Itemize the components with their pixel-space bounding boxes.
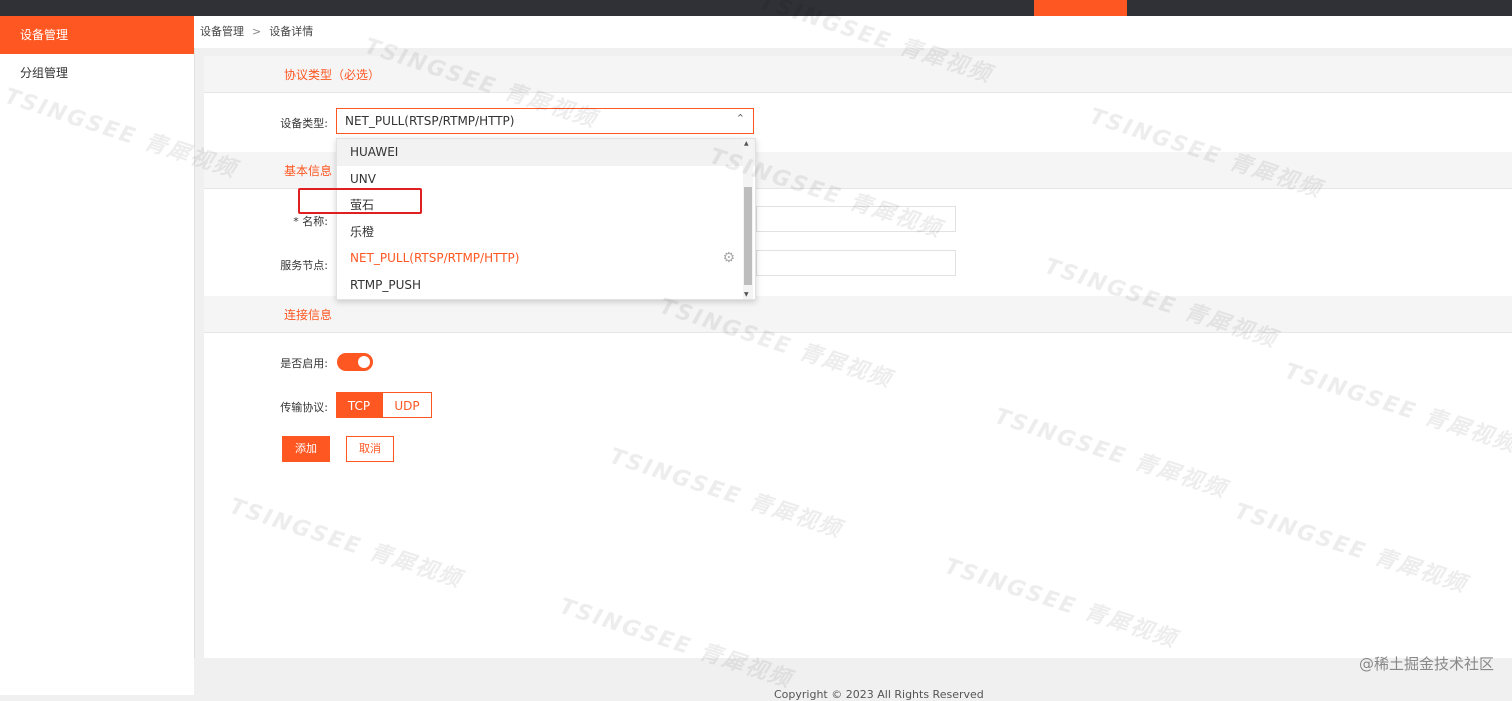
toggle-knob xyxy=(358,356,370,368)
device-type-value: NET_PULL(RTSP/RTMP/HTTP) xyxy=(345,114,515,128)
top-bar xyxy=(0,0,1512,16)
dropdown-option-net-pull-label: NET_PULL(RTSP/RTMP/HTTP) xyxy=(350,251,520,266)
service-node-select[interactable] xyxy=(756,250,956,276)
transport-udp-option[interactable]: UDP xyxy=(382,392,432,418)
transport-label: 传输协议: xyxy=(280,401,328,414)
section-connection-title: 连接信息 xyxy=(284,308,333,322)
enabled-label: 是否启用: xyxy=(280,357,328,370)
device-type-select[interactable]: NET_PULL(RTSP/RTMP/HTTP) ⌃ xyxy=(336,108,754,134)
name-label: * 名称: xyxy=(293,215,328,228)
breadcrumb-separator: > xyxy=(252,25,262,38)
sidebar-item-device-management[interactable]: 设备管理 xyxy=(0,16,194,54)
enabled-toggle[interactable] xyxy=(337,353,373,371)
section-connection: 连接信息 xyxy=(204,296,1512,333)
add-button[interactable]: 添加 xyxy=(282,436,330,462)
top-bar-active-tab[interactable] xyxy=(1034,0,1127,16)
device-type-label: 设备类型: xyxy=(280,117,328,130)
cancel-button[interactable]: 取消 xyxy=(346,436,394,462)
credit-watermark: @稀土掘金技术社区 xyxy=(1358,655,1494,673)
section-protocol-title: 协议类型（必选） xyxy=(284,68,381,82)
sidebar: 设备管理 分组管理 xyxy=(0,16,195,695)
service-node-label: 服务节点: xyxy=(280,259,328,272)
scrollbar-thumb[interactable] xyxy=(744,187,752,285)
dropdown-option-net-pull[interactable]: NET_PULL(RTSP/RTMP/HTTP) ⚙ xyxy=(337,245,755,272)
highlight-box xyxy=(298,188,422,214)
breadcrumb: 设备管理 > 设备详情 xyxy=(194,16,1512,48)
scroll-up-arrow-icon[interactable]: ▲ xyxy=(744,140,749,147)
dropdown-option-huawei[interactable]: HUAWEI xyxy=(337,139,755,166)
device-type-dropdown: HUAWEI UNV 萤石 乐橙 NET_PULL(RTSP/RTMP/HTTP… xyxy=(336,138,756,300)
dropdown-option-rtmp-push[interactable]: RTMP_PUSH xyxy=(337,272,755,299)
breadcrumb-current: 设备详情 xyxy=(269,25,314,38)
gear-icon: ⚙ xyxy=(722,250,735,267)
dropdown-scrollbar[interactable]: ▲ ▼ xyxy=(743,139,753,299)
footer: Copyright © 2023 All Rights Reserved xyxy=(194,658,1512,701)
device-form: 协议类型（必选） 设备类型: NET_PULL(RTSP/RTMP/HTTP) … xyxy=(204,56,1512,658)
scroll-down-arrow-icon[interactable]: ▼ xyxy=(744,291,749,298)
chevron-up-icon: ⌃ xyxy=(735,112,745,125)
name-input[interactable] xyxy=(756,206,956,232)
sidebar-item-group-management[interactable]: 分组管理 xyxy=(0,54,194,92)
section-basic-title: 基本信息 xyxy=(284,164,333,178)
breadcrumb-parent[interactable]: 设备管理 xyxy=(200,25,244,38)
transport-tcp-option[interactable]: TCP xyxy=(336,392,382,418)
dropdown-option-imou[interactable]: 乐橙 xyxy=(337,219,755,246)
section-protocol: 协议类型（必选） xyxy=(204,56,1512,93)
